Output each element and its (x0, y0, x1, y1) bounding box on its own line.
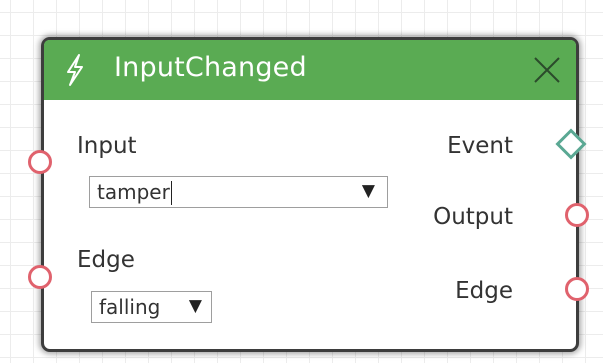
input-label: Input (77, 133, 137, 159)
chevron-down-icon: ▼ (188, 296, 202, 316)
edge-select[interactable]: falling ▼ (91, 291, 212, 323)
input-port[interactable] (28, 150, 52, 174)
input-select[interactable]: tamper ▼ (89, 176, 388, 208)
chevron-down-icon: ▼ (361, 181, 375, 201)
edge-output-port[interactable] (565, 277, 589, 301)
edge-select-value: falling (99, 295, 161, 319)
node-title: InputChanged (114, 52, 307, 83)
input-select-value: tamper (97, 180, 170, 204)
bolt-icon (67, 54, 83, 86)
input-changed-node[interactable]: InputChanged Input tamper ▼ Edge falling… (41, 37, 579, 352)
text-cursor (171, 181, 172, 205)
output-port[interactable] (565, 203, 589, 227)
node-titlebar[interactable]: InputChanged (44, 40, 576, 100)
event-output-label: Event (447, 133, 513, 159)
edge-input-port[interactable] (28, 265, 52, 289)
edge-output-label: Edge (455, 278, 513, 304)
edge-input-label: Edge (77, 247, 135, 273)
close-icon[interactable] (532, 55, 562, 85)
output-label: Output (433, 204, 513, 230)
